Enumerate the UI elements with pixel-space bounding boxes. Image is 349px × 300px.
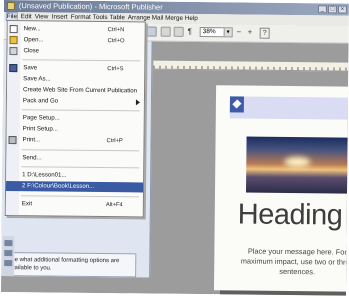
menu-item-open[interactable]: Open... Ctrl+O (8, 35, 145, 46)
menu-item-create-web-site[interactable]: Create Web Site From Current Publication (7, 85, 144, 96)
menu-item-new[interactable]: New... Ctrl+N (8, 24, 145, 35)
document-message[interactable]: Place your message here. For maximum imp… (237, 246, 349, 277)
menu-item-pack-and-go[interactable]: Pack and Go (7, 96, 144, 107)
menu-item-recent-2[interactable]: 2 F:\Colour\Book\Lesson... (5, 181, 144, 193)
close-window-button[interactable]: × (337, 5, 347, 14)
pilcrow-icon[interactable]: ¶ (188, 27, 192, 37)
menu-help[interactable]: Help (185, 15, 198, 22)
menu-item-save-as[interactable]: Save As... (7, 74, 144, 85)
header-band (229, 96, 349, 120)
zoom-value: 38% (202, 28, 216, 36)
save-disk-icon (9, 64, 18, 73)
menu-item-page-setup[interactable]: Page Setup... (7, 113, 144, 124)
publisher-app-icon[interactable] (6, 2, 15, 11)
chevron-down-icon[interactable]: ▼ (223, 28, 232, 37)
page-corner-graphic (229, 96, 245, 113)
open-folder-icon (9, 36, 18, 45)
text-box-tool-icon[interactable] (4, 240, 13, 247)
menu-item-close[interactable]: Close (7, 46, 144, 57)
submenu-arrow-icon (135, 99, 140, 106)
design-gallery-icon[interactable] (4, 260, 13, 267)
menu-item-send[interactable]: Send... (6, 153, 143, 164)
menu-mail-merge[interactable]: Mail Merge (152, 15, 183, 22)
new-document-icon (9, 25, 18, 34)
file-menu: New... Ctrl+N Open... Ctrl+O Close Save … (4, 20, 146, 218)
window-title: (Unsaved Publication) - Microsoft Publis… (18, 1, 163, 12)
minimize-button[interactable]: _ (317, 5, 327, 14)
zoom-select[interactable]: 38% ▼ (199, 27, 233, 38)
menu-item-exit[interactable]: Exit Alt+F4 (6, 199, 143, 210)
zoom-out-button[interactable]: − (237, 27, 242, 37)
menu-item-recent-1[interactable]: 1 D:\Lesson01... (6, 170, 143, 181)
screenshot: (Unsaved Publication) - Microsoft Publis… (0, 0, 349, 296)
objects-toolbar (2, 235, 15, 277)
undo-icon[interactable] (160, 26, 171, 37)
menu-item-save[interactable]: Save Ctrl+S (7, 63, 144, 74)
menu-item-print[interactable]: Print... Ctrl+P (6, 135, 143, 146)
printer-icon (8, 136, 17, 145)
redo-icon[interactable] (173, 26, 184, 37)
menu-item-print-setup[interactable]: Print Setup... (7, 124, 144, 135)
maximize-button[interactable]: □ (327, 5, 337, 14)
sunset-photo[interactable] (245, 136, 349, 194)
zoom-in-button[interactable]: + (248, 28, 253, 38)
close-document-icon (9, 47, 18, 56)
task-pane-hint: see what additional formatting options a… (8, 257, 120, 272)
document-heading[interactable]: Heading (238, 198, 343, 232)
format-painter-icon[interactable] (146, 26, 157, 37)
help-icon[interactable]: ? (259, 27, 270, 39)
picture-tool-icon[interactable] (4, 250, 13, 257)
